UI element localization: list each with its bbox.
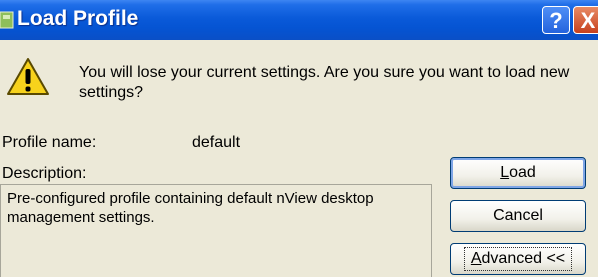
load-label: oad <box>509 164 536 181</box>
load-mnemonic: L <box>500 164 510 181</box>
window-title: Load Profile <box>17 7 139 30</box>
cancel-button[interactable]: Cancel <box>450 200 586 232</box>
description-field[interactable]: Pre-configured profile containing defaul… <box>0 184 432 277</box>
advanced-label: dvanced << <box>481 250 566 267</box>
app-icon <box>0 11 14 29</box>
advanced-button[interactable]: Advanced << <box>450 243 586 275</box>
advanced-focus-rect: Advanced << <box>463 247 573 271</box>
cancel-label: Cancel <box>493 207 543 224</box>
close-icon: X <box>580 8 596 33</box>
profile-name-value: default <box>192 134 241 151</box>
description-label: Description: <box>2 165 87 182</box>
load-profile-dialog: Load Profile ? X You will lose your curr… <box>0 0 598 277</box>
warning-message: You will lose your current settings. Are… <box>79 64 570 101</box>
advanced-mnemonic: A <box>470 250 482 267</box>
help-button[interactable]: ? <box>542 6 570 34</box>
help-icon: ? <box>549 8 563 33</box>
warning-icon <box>7 58 49 95</box>
profile-name-label: Profile name: <box>2 134 97 151</box>
title-bar[interactable]: Load Profile ? X <box>0 0 598 40</box>
load-button[interactable]: Load <box>450 157 586 189</box>
close-button[interactable]: X <box>573 6 598 34</box>
